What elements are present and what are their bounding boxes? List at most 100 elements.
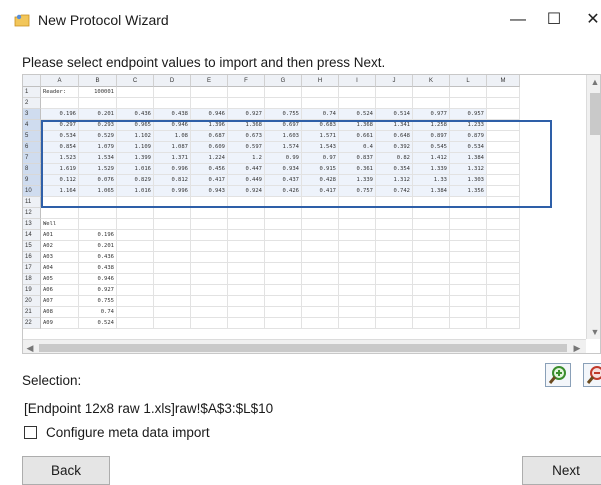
row-number[interactable]: 10 bbox=[23, 186, 41, 197]
sheet-cell[interactable] bbox=[450, 208, 487, 219]
sheet-cell[interactable] bbox=[487, 274, 520, 285]
sheet-cell[interactable] bbox=[376, 197, 413, 208]
sheet-cell[interactable] bbox=[339, 87, 376, 98]
sheet-cell[interactable]: 0.927 bbox=[79, 285, 117, 296]
sheet-cell[interactable]: 1.109 bbox=[117, 142, 154, 153]
sheet-cell[interactable] bbox=[117, 252, 154, 263]
sheet-cell[interactable] bbox=[339, 274, 376, 285]
sheet-cell[interactable] bbox=[265, 241, 302, 252]
sheet-cell[interactable] bbox=[450, 296, 487, 307]
sheet-cell[interactable]: 1.258 bbox=[413, 120, 450, 131]
sheet-cell[interactable] bbox=[154, 252, 191, 263]
sheet-cell[interactable] bbox=[339, 285, 376, 296]
sheet-cell[interactable]: 0.196 bbox=[79, 230, 117, 241]
sheet-cell[interactable] bbox=[487, 164, 520, 175]
sheet-cell[interactable]: A04 bbox=[41, 263, 79, 274]
row-number[interactable]: 2 bbox=[23, 98, 41, 109]
row-number[interactable]: 13 bbox=[23, 219, 41, 230]
zoom-in-button[interactable] bbox=[545, 363, 571, 387]
sheet-cell[interactable] bbox=[191, 307, 228, 318]
sheet-cell[interactable]: 0.392 bbox=[376, 142, 413, 153]
sheet-cell[interactable] bbox=[191, 219, 228, 230]
vertical-scrollbar[interactable]: ▲ ▼ bbox=[586, 75, 600, 339]
sheet-cell[interactable] bbox=[413, 197, 450, 208]
sheet-cell[interactable] bbox=[339, 252, 376, 263]
sheet-cell[interactable] bbox=[450, 307, 487, 318]
row-number[interactable]: 6 bbox=[23, 142, 41, 153]
column-header[interactable]: A bbox=[41, 75, 79, 87]
sheet-cell[interactable] bbox=[376, 263, 413, 274]
sheet-cell[interactable]: A02 bbox=[41, 241, 79, 252]
sheet-cell[interactable] bbox=[302, 252, 339, 263]
column-header[interactable]: K bbox=[413, 75, 450, 87]
sheet-cell[interactable] bbox=[339, 208, 376, 219]
sheet-cell[interactable]: Reader: bbox=[41, 87, 79, 98]
sheet-cell[interactable] bbox=[302, 274, 339, 285]
row-number[interactable]: 22 bbox=[23, 318, 41, 329]
sheet-cell[interactable]: 0.924 bbox=[228, 186, 265, 197]
sheet-cell[interactable] bbox=[376, 274, 413, 285]
column-header[interactable]: M bbox=[487, 75, 520, 87]
sheet-cell[interactable]: 0.449 bbox=[228, 175, 265, 186]
column-header[interactable]: I bbox=[339, 75, 376, 87]
column-header[interactable]: D bbox=[154, 75, 191, 87]
sheet-cell[interactable] bbox=[376, 252, 413, 263]
sheet-cell[interactable] bbox=[265, 219, 302, 230]
sheet-cell[interactable] bbox=[487, 219, 520, 230]
sheet-cell[interactable] bbox=[487, 241, 520, 252]
sheet-cell[interactable] bbox=[450, 285, 487, 296]
sheet-cell[interactable]: 0.683 bbox=[302, 120, 339, 131]
row-number[interactable]: 4 bbox=[23, 120, 41, 131]
sheet-cell[interactable] bbox=[339, 98, 376, 109]
sheet-cell[interactable]: 0.361 bbox=[339, 164, 376, 175]
sheet-cell[interactable]: 1.102 bbox=[117, 131, 154, 142]
sheet-cell[interactable] bbox=[450, 98, 487, 109]
sheet-cell[interactable] bbox=[376, 285, 413, 296]
sheet-cell[interactable] bbox=[154, 318, 191, 329]
sheet-cell[interactable] bbox=[228, 296, 265, 307]
sheet-cell[interactable] bbox=[265, 87, 302, 98]
sheet-cell[interactable]: 0.943 bbox=[191, 186, 228, 197]
sheet-cell[interactable]: 0.812 bbox=[154, 175, 191, 186]
sheet-cell[interactable] bbox=[302, 285, 339, 296]
sheet-cell[interactable] bbox=[413, 285, 450, 296]
scroll-up-icon[interactable]: ▲ bbox=[587, 75, 600, 89]
scroll-right-icon[interactable]: ▶ bbox=[570, 340, 584, 353]
sheet-cell[interactable] bbox=[117, 230, 154, 241]
column-header[interactable]: F bbox=[228, 75, 265, 87]
sheet-cell[interactable]: 0.436 bbox=[79, 252, 117, 263]
sheet-cell[interactable]: 0.524 bbox=[79, 318, 117, 329]
sheet-cell[interactable] bbox=[265, 296, 302, 307]
sheet-cell[interactable]: 0.201 bbox=[79, 241, 117, 252]
sheet-cell[interactable] bbox=[339, 307, 376, 318]
sheet-cell[interactable]: 0.755 bbox=[79, 296, 117, 307]
sheet-cell[interactable] bbox=[117, 285, 154, 296]
next-button[interactable]: Next bbox=[522, 456, 601, 485]
zoom-out-button[interactable] bbox=[583, 363, 601, 387]
sheet-cell[interactable] bbox=[154, 98, 191, 109]
sheet-cell[interactable] bbox=[302, 296, 339, 307]
sheet-cell[interactable] bbox=[302, 307, 339, 318]
sheet-cell[interactable] bbox=[413, 98, 450, 109]
minimize-button[interactable]: — bbox=[505, 8, 531, 32]
sheet-cell[interactable]: 0.996 bbox=[154, 186, 191, 197]
sheet-cell[interactable] bbox=[191, 285, 228, 296]
sheet-cell[interactable] bbox=[191, 241, 228, 252]
sheet-cell[interactable]: 1.016 bbox=[117, 186, 154, 197]
sheet-cell[interactable] bbox=[265, 263, 302, 274]
sheet-cell[interactable]: 1.339 bbox=[413, 164, 450, 175]
sheet-cell[interactable] bbox=[191, 318, 228, 329]
sheet-cell[interactable]: 1.164 bbox=[41, 186, 79, 197]
sheet-cell[interactable] bbox=[117, 263, 154, 274]
sheet-cell[interactable] bbox=[117, 87, 154, 98]
sheet-corner[interactable] bbox=[23, 75, 41, 87]
maximize-button[interactable]: ☐ bbox=[541, 8, 567, 32]
sheet-cell[interactable] bbox=[228, 252, 265, 263]
sheet-cell[interactable]: 1.571 bbox=[302, 131, 339, 142]
row-number[interactable]: 8 bbox=[23, 164, 41, 175]
selection-range-field[interactable]: [Endpoint 12x8 raw 1.xls]raw!$A$3:$L$10 bbox=[22, 398, 601, 420]
sheet-cell[interactable]: 0.417 bbox=[302, 186, 339, 197]
sheet-cell[interactable] bbox=[487, 296, 520, 307]
sheet-cell[interactable]: 0.293 bbox=[79, 120, 117, 131]
sheet-cell[interactable] bbox=[376, 98, 413, 109]
